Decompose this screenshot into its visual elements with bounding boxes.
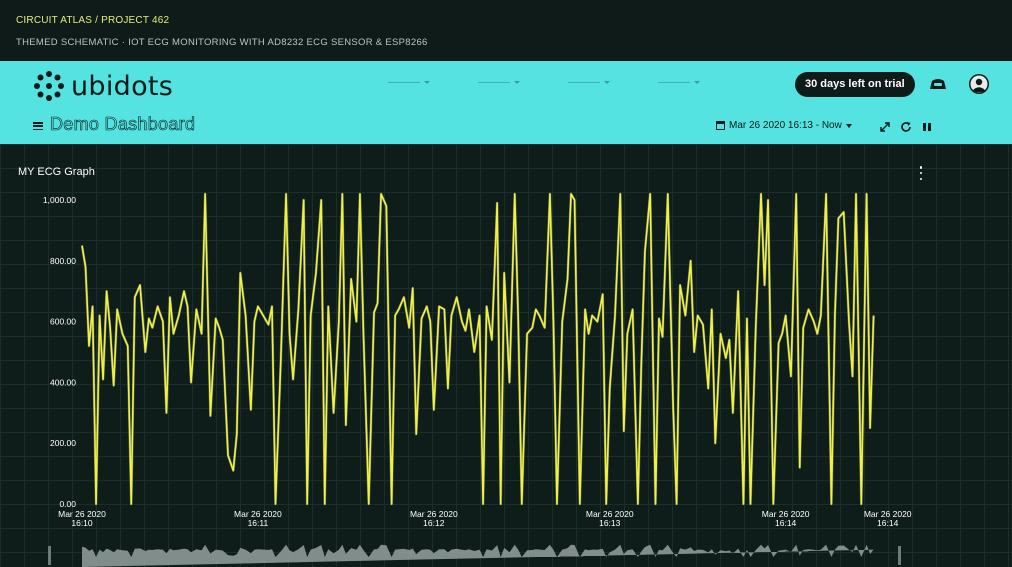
navigator-area [82,544,874,567]
chevron-down-icon [604,80,610,84]
y-tick-label: 600.00 [50,317,76,327]
refresh-icon[interactable] [900,121,912,133]
x-tick-time: 16:14 [775,518,797,528]
dashboard-title[interactable]: Demo Dashboard [50,114,196,135]
y-tick-label: 400.00 [50,377,76,387]
ecg-chart: 0.00200.00400.00600.00800.001,000.00Mar … [43,192,912,567]
menu-icon[interactable] [33,122,43,130]
x-tick-time: 16:13 [599,518,621,528]
trial-badge-button[interactable]: 30 days left on trial [795,72,915,97]
nav-item-4[interactable] [658,77,700,87]
date-range-picker[interactable]: Mar 26 2020 16:13 - Now [716,120,852,131]
navigator-handle-right [898,546,901,565]
x-tick-time: 16:14 [877,518,899,528]
nav-item-3[interactable] [568,77,610,87]
x-tick-time: 16:11 [248,518,269,528]
pause-icon[interactable] [921,121,933,133]
nav-item-2[interactable] [478,77,520,87]
ecg-series-line [81,193,875,505]
navigator-handle-left [48,546,51,565]
user-avatar-icon[interactable] [968,73,990,95]
y-tick-label: 0.00 [59,499,76,509]
chevron-down-icon [514,80,520,84]
logo-dots-icon [34,71,64,101]
expand-icon[interactable] [879,121,891,133]
devices-icon[interactable] [927,74,949,96]
dashboard-toolbar: Demo Dashboard Mar 26 2020 16:13 - Now [0,112,1012,140]
ubidots-logo[interactable]: ubidots [33,69,173,103]
y-tick-label: 1,000.00 [43,195,76,205]
chevron-down-icon [424,80,430,84]
y-tick-label: 200.00 [50,438,76,448]
chevron-down-icon [845,123,852,128]
date-range-label: Mar 26 2020 16:13 - Now [729,120,842,131]
logo-text: ubidots [71,70,174,102]
screen: CIRCUIT ATLAS / PROJECT 462 THEMED SCHEM… [0,0,1012,567]
calendar-icon [716,121,725,130]
y-tick-label: 800.00 [50,256,76,266]
app-header: ubidots 30 days left on trial Demo Dashb… [0,61,1012,144]
main-nav [388,77,700,87]
chevron-down-icon [694,80,700,84]
x-tick-time: 16:12 [423,518,445,528]
x-tick-time: 16:10 [71,518,93,528]
breadcrumb: CIRCUIT ATLAS / PROJECT 462 [16,15,170,26]
caption-subtitle: THEMED SCHEMATIC · IOT ECG MONITORING WI… [16,37,428,48]
caption-banner: CIRCUIT ATLAS / PROJECT 462 THEMED SCHEM… [0,0,1012,61]
nav-item-1[interactable] [388,77,430,87]
